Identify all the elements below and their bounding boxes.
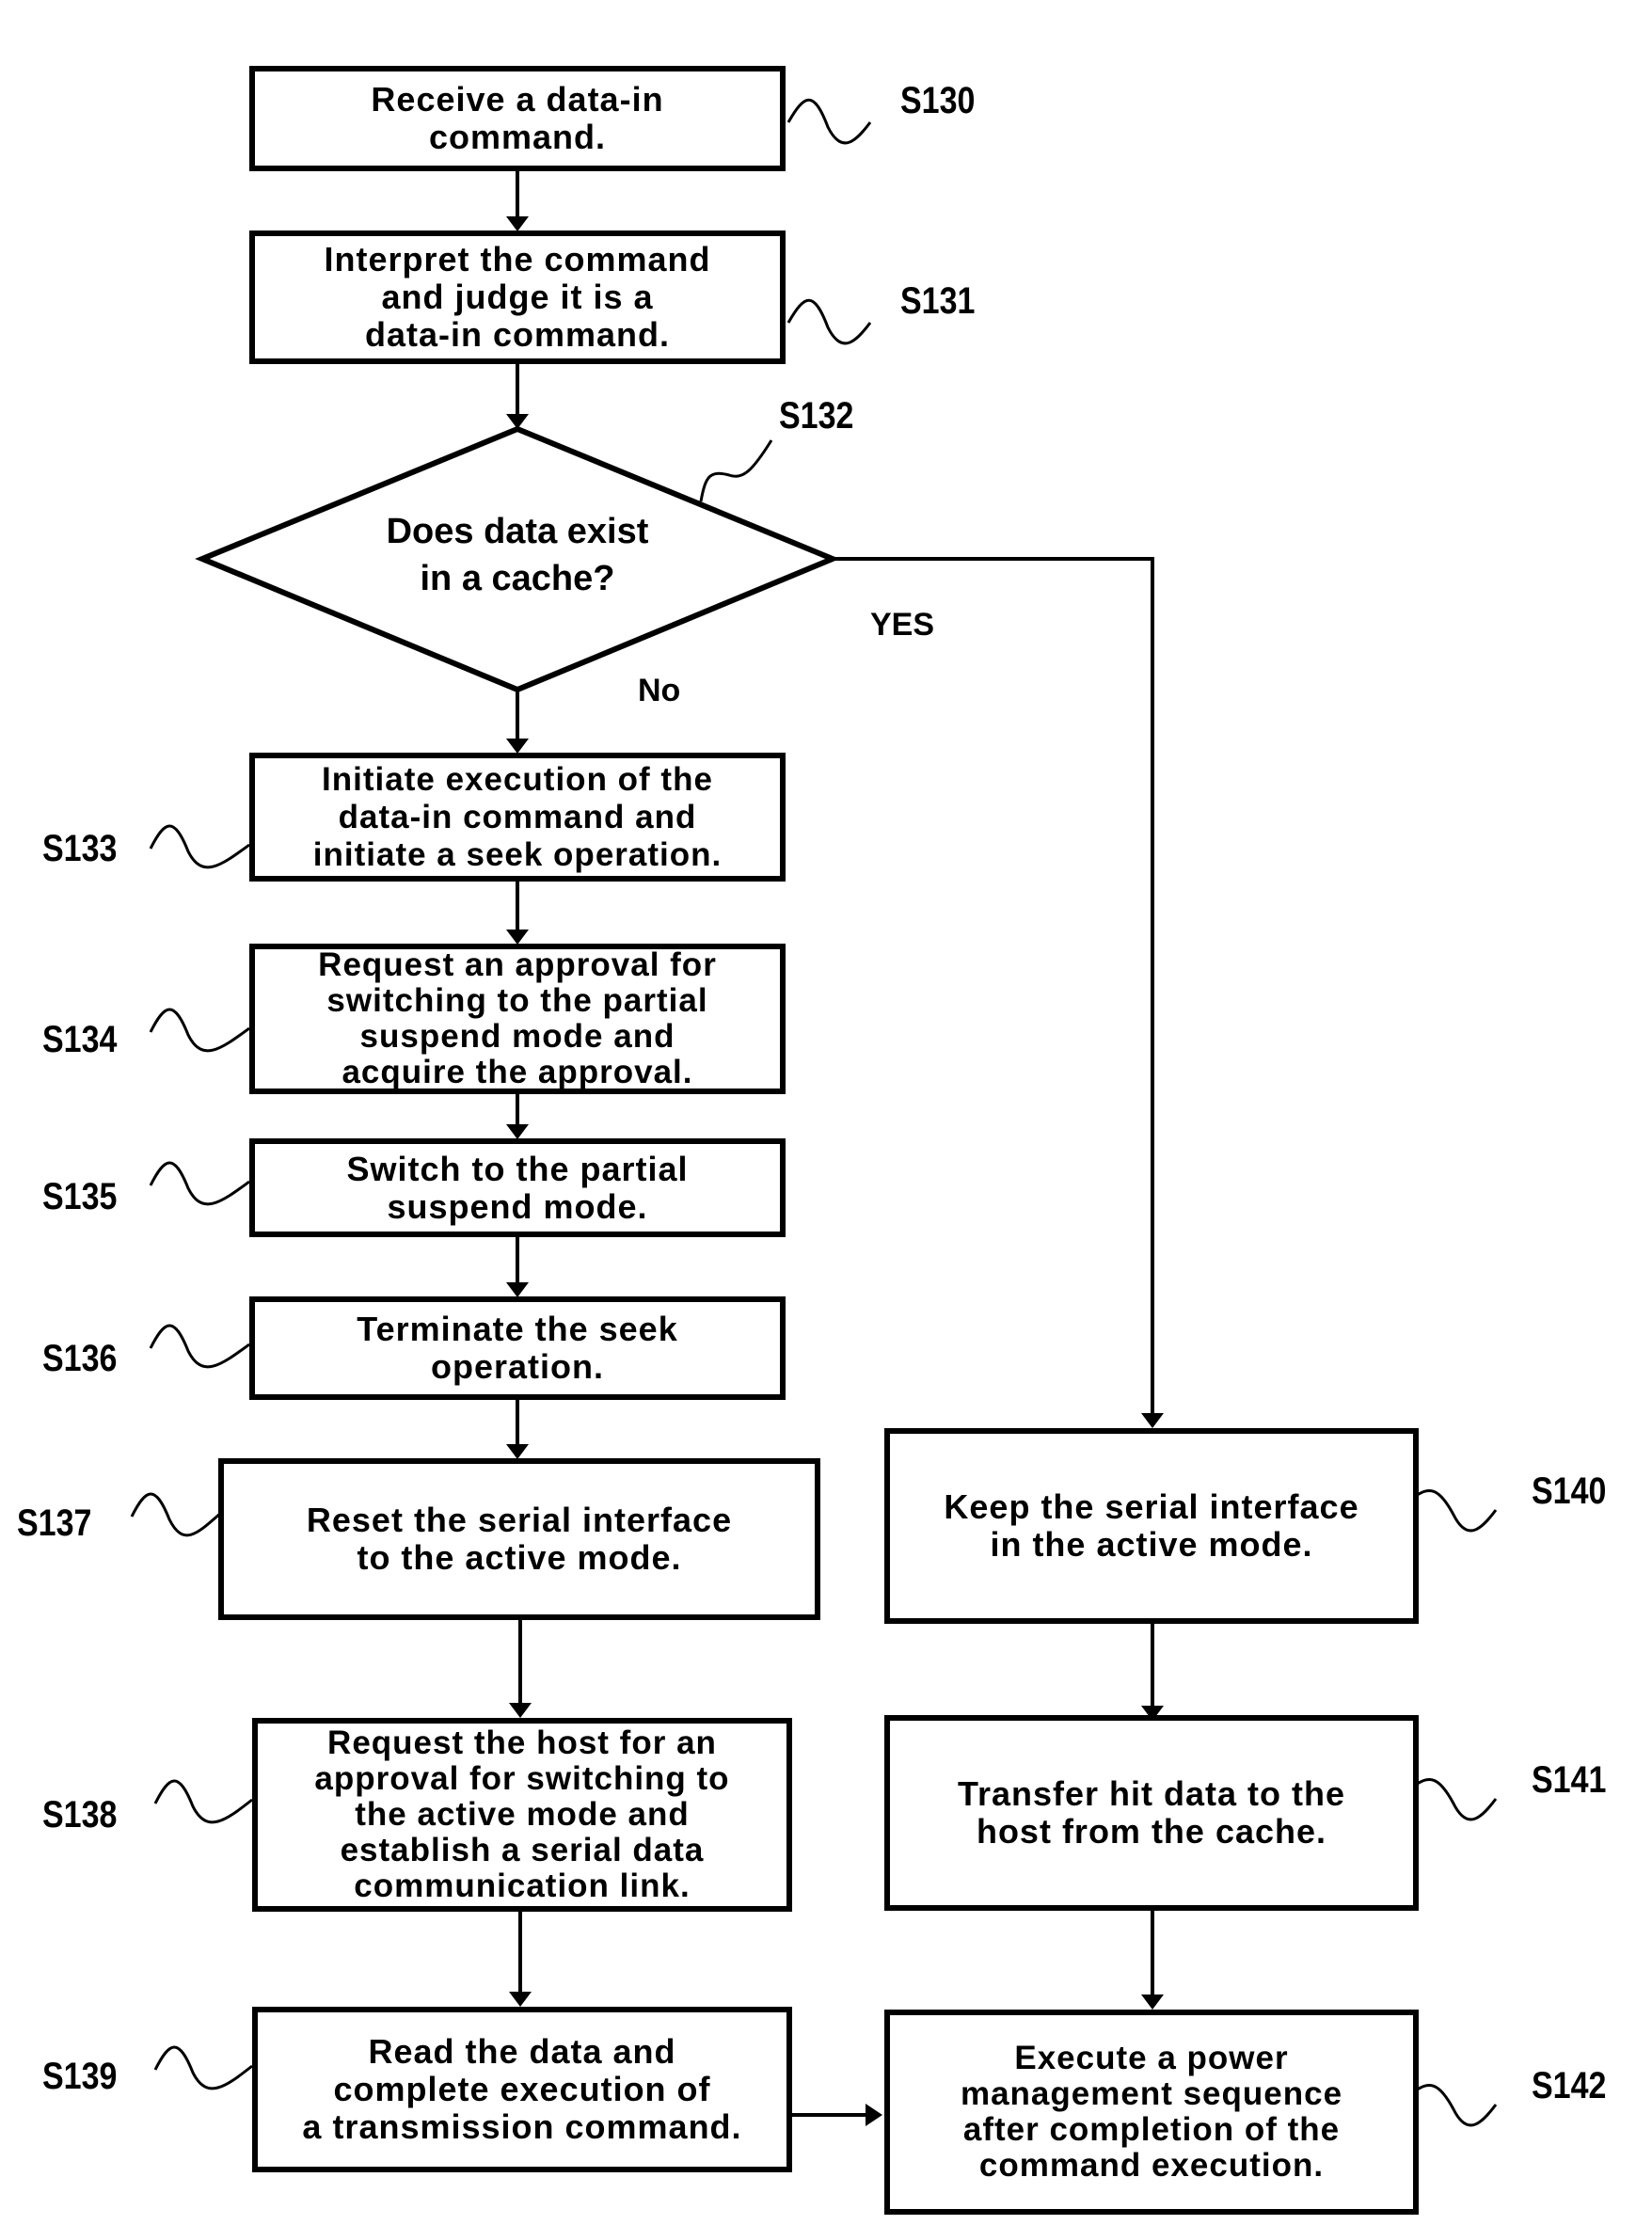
step-label-s140: S140	[1532, 1470, 1607, 1512]
branch-yes-label: YES	[870, 607, 935, 643]
step-s133-box: Initiate execution of the data-in comman…	[249, 753, 786, 882]
step-label-s137: S137	[17, 1502, 92, 1544]
step-label-s136: S136	[42, 1338, 118, 1379]
step-label-s138: S138	[42, 1794, 118, 1836]
step-s131-box: Interpret the command and judge it is a …	[249, 230, 786, 364]
step-s134-box: Request an approval for switching to the…	[249, 944, 786, 1094]
step-label-s139: S139	[42, 2056, 118, 2097]
step-s139-box: Read the data and complete execution of …	[252, 2007, 792, 2172]
branch-no-label: No	[638, 673, 681, 708]
step-s138-box: Request the host for an approval for swi…	[252, 1718, 792, 1912]
step-label-s135: S135	[42, 1176, 118, 1217]
step-s137-box: Reset the serial interface to the active…	[218, 1458, 820, 1620]
step-label-s130: S130	[900, 80, 976, 121]
leader-s138	[153, 1779, 253, 1824]
leader-s131	[786, 298, 872, 345]
step-s141-box: Transfer hit data to the host from the c…	[884, 1715, 1419, 1911]
step-s142-box: Execute a power management sequence afte…	[884, 2010, 1419, 2215]
step-label-s134: S134	[42, 1019, 118, 1060]
arrow-yes-branch	[833, 557, 1154, 1422]
leader-s130	[786, 98, 872, 145]
leader-s137	[130, 1492, 222, 1537]
step-label-s142: S142	[1532, 2065, 1607, 2106]
leader-s139	[153, 2045, 253, 2090]
step-label-s133: S133	[42, 828, 118, 869]
step-s135-box: Switch to the partial suspend mode.	[249, 1138, 786, 1237]
leader-s135	[149, 1161, 250, 1206]
leader-s141	[1415, 1778, 1498, 1821]
leader-s133	[149, 824, 250, 869]
leader-s136	[149, 1324, 250, 1369]
leader-s134	[149, 1008, 250, 1053]
leader-s142	[1415, 2084, 1498, 2127]
step-label-s141: S141	[1532, 1759, 1607, 1801]
decision-s132-text: Does data exist in a cache?	[386, 512, 649, 598]
leader-s132	[699, 439, 773, 502]
step-s136-box: Terminate the seek operation.	[249, 1296, 786, 1400]
step-s130-box: Receive a data-in command.	[249, 66, 786, 171]
step-s140-box: Keep the serial interface in the active …	[884, 1428, 1419, 1624]
step-label-s132: S132	[779, 395, 854, 437]
step-label-s131: S131	[900, 280, 976, 322]
leader-s140	[1415, 1489, 1498, 1533]
